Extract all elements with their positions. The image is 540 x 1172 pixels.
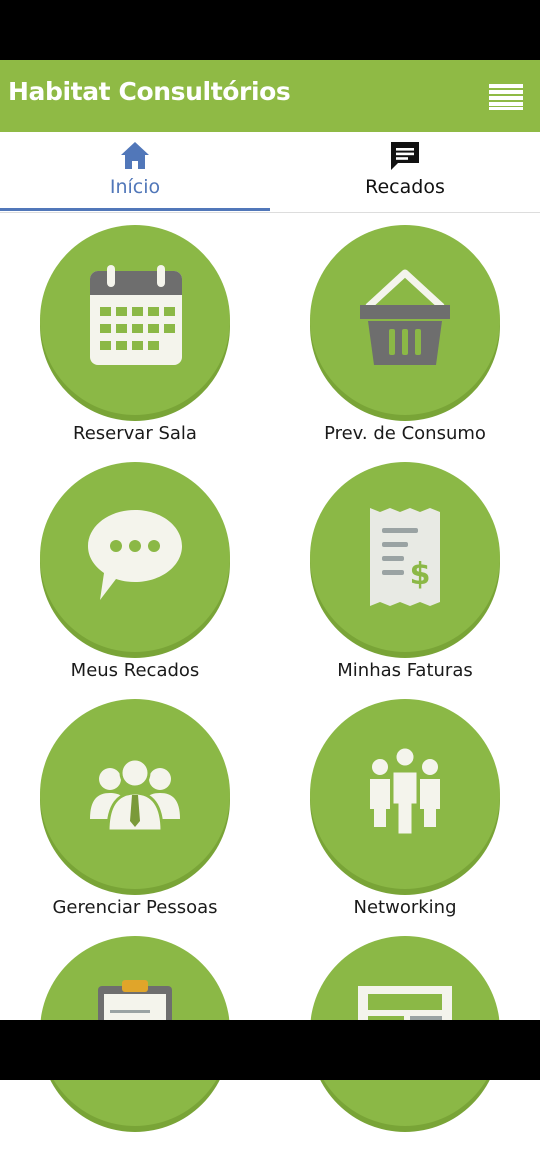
status-bar (0, 0, 540, 60)
svg-text:$: $ (410, 557, 431, 592)
networking-people-icon (370, 745, 440, 837)
invoice-icon: $ (370, 508, 440, 606)
prev-consumo-label: Prev. de Consumo (324, 423, 486, 444)
tab-inicio[interactable]: Início (0, 132, 270, 211)
meus-recados-label: Meus Recados (70, 660, 200, 681)
speech-bubble-icon (88, 510, 182, 600)
prev-consumo-button[interactable]: Prev. de Consumo (270, 225, 540, 461)
reservar-sala-button[interactable]: Reservar Sala (0, 225, 270, 461)
active-tab-indicator (0, 208, 270, 211)
message-icon (391, 142, 419, 170)
gerenciar-pessoas-circle (40, 699, 230, 889)
system-navigation-bar (0, 1020, 540, 1080)
networking-circle (310, 699, 500, 889)
minhas-faturas-button[interactable]: $ Minhas Faturas (270, 462, 540, 698)
gerenciar-pessoas-button[interactable]: Gerenciar Pessoas (0, 699, 270, 935)
networking-label: Networking (353, 897, 457, 918)
home-icon (121, 142, 149, 169)
tab-recados[interactable]: Recados (270, 132, 540, 211)
basket-icon (360, 269, 450, 365)
minhas-faturas-circle: $ (310, 462, 500, 652)
tab-inicio-label: Início (109, 176, 161, 198)
minhas-faturas-label: Minhas Faturas (337, 660, 473, 681)
app-title: Habitat Consultórios (8, 77, 291, 106)
hamburger-menu-icon (489, 84, 523, 110)
reservar-sala-circle (40, 225, 230, 415)
app-bar: Habitat Consultórios (0, 60, 540, 132)
calendar-icon (90, 265, 182, 365)
meus-recados-circle (40, 462, 230, 652)
menu-button[interactable] (484, 80, 528, 112)
tab-bar: Início Recados (0, 132, 540, 213)
meus-recados-button[interactable]: Meus Recados (0, 462, 270, 698)
people-manager-icon (90, 757, 180, 833)
gerenciar-pessoas-label: Gerenciar Pessoas (52, 897, 218, 918)
networking-button[interactable]: Networking (270, 699, 540, 935)
prev-consumo-circle (310, 225, 500, 415)
tab-recados-label: Recados (365, 176, 445, 198)
reservar-sala-label: Reservar Sala (73, 423, 197, 444)
